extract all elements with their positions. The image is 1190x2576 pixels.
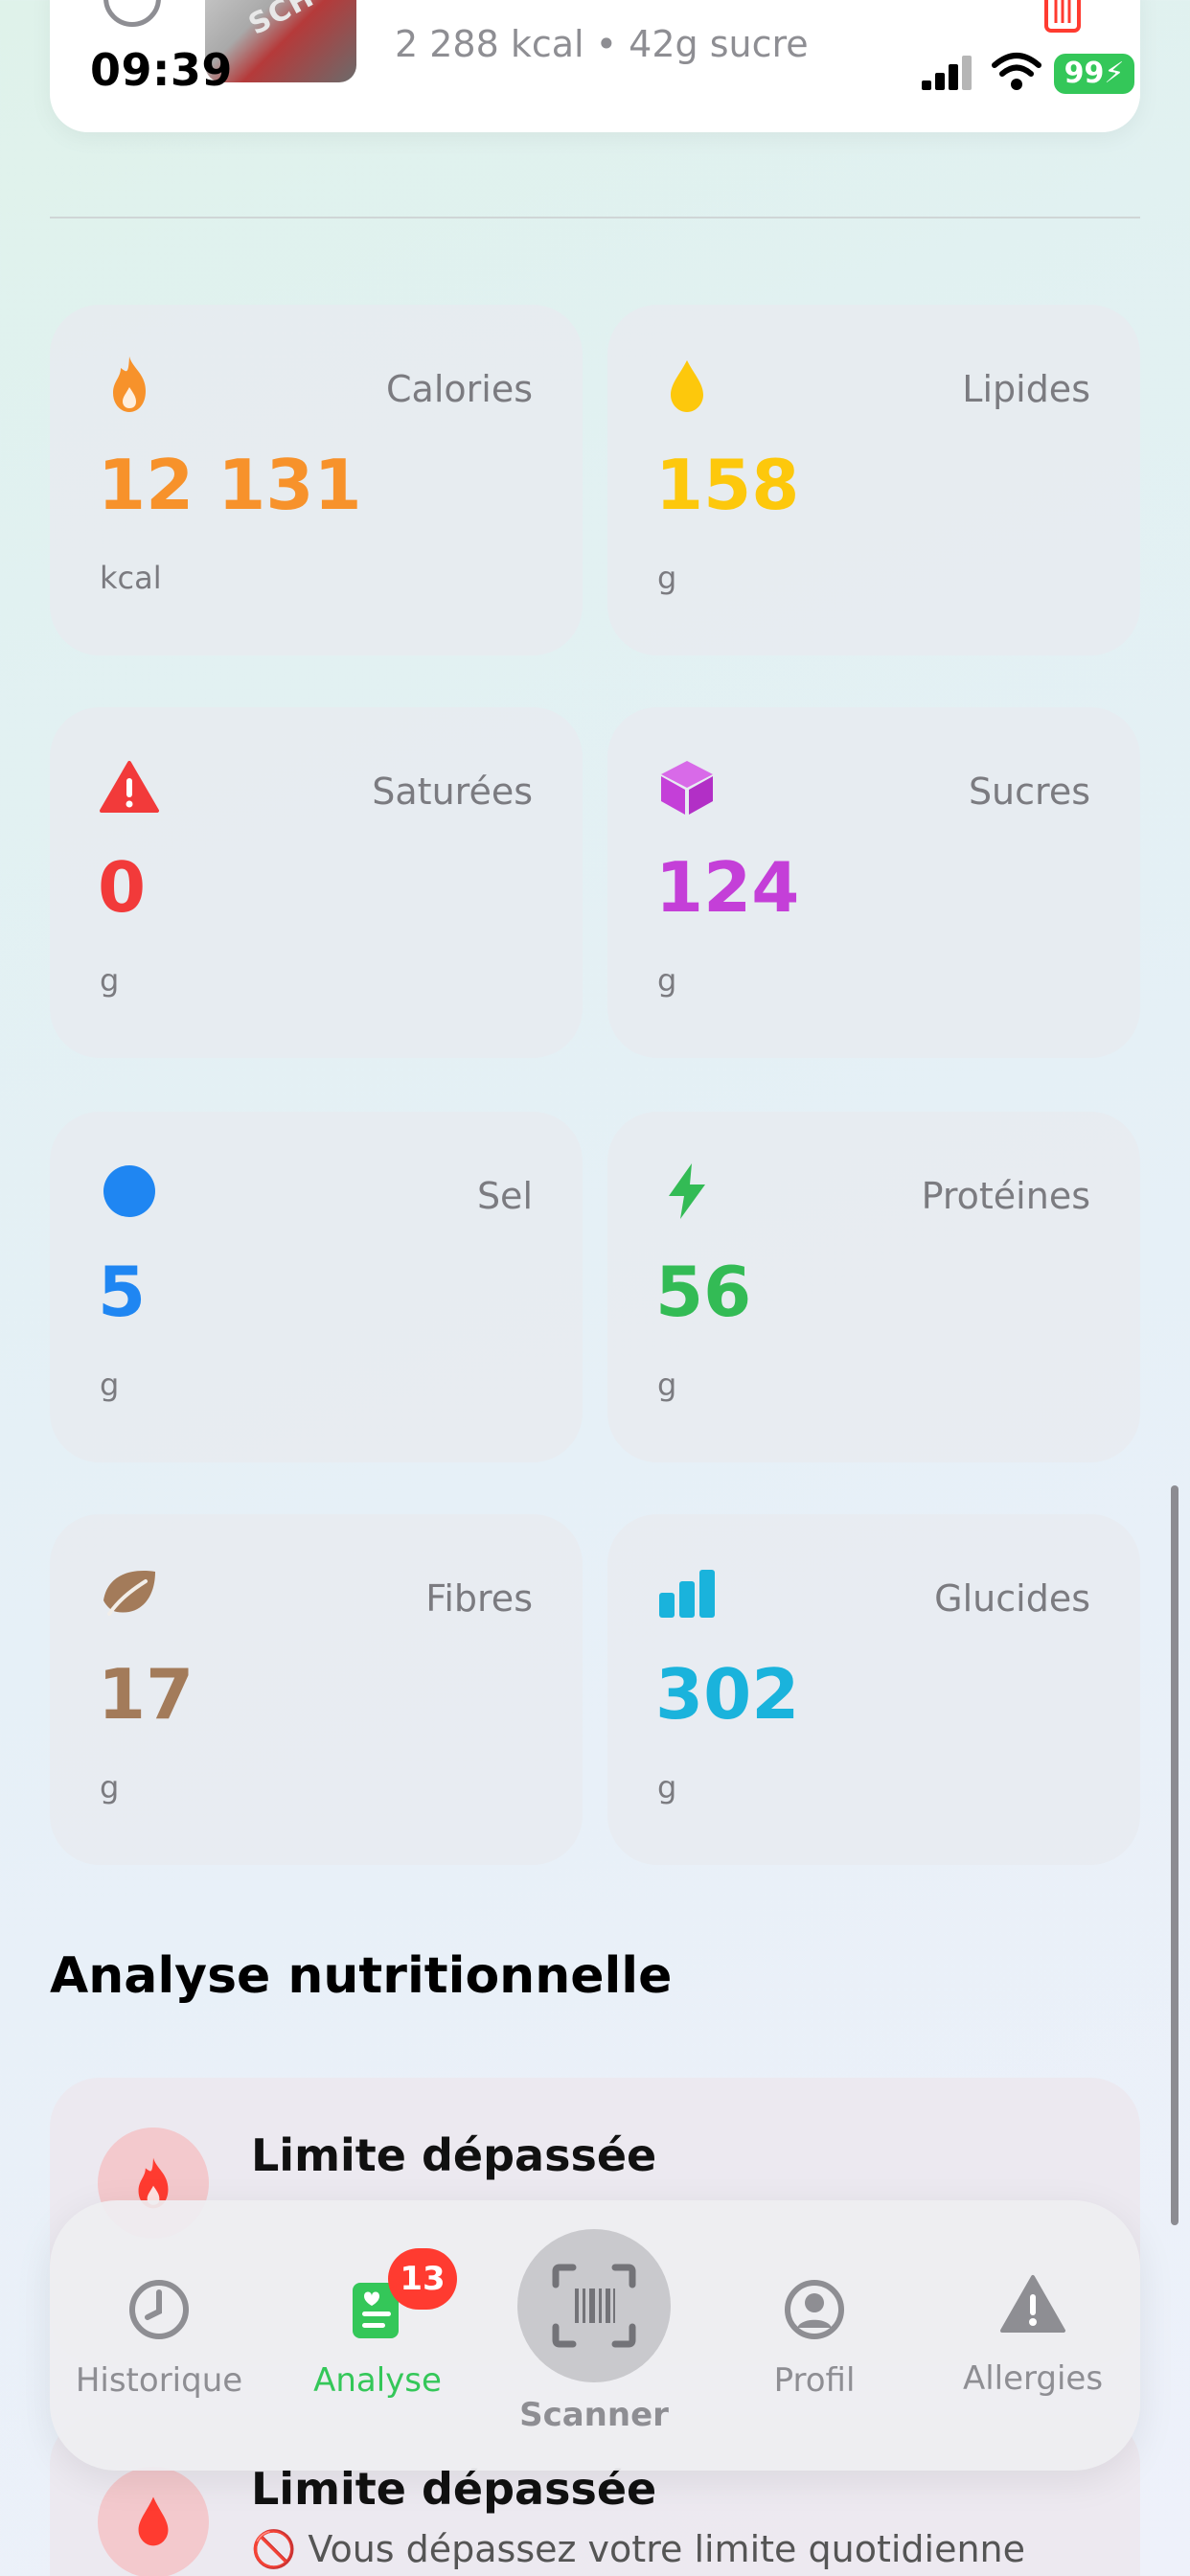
stat-card-fibres[interactable]: Fibres 17 g (50, 1514, 583, 1865)
analysis-title: Limite dépassée (251, 2463, 657, 2515)
stat-card-sucres[interactable]: Sucres 124 g (607, 707, 1140, 1058)
stat-label: Fibres (425, 1577, 533, 1620)
analysis-title: Limite dépassée (251, 2129, 657, 2181)
stat-label: Sucres (968, 770, 1090, 813)
tab-label-scanner[interactable]: Scanner (479, 2396, 709, 2434)
stat-card-sel[interactable]: Sel 5 g (50, 1112, 583, 1462)
stat-unit: g (100, 962, 120, 999)
stat-value: 124 (655, 847, 800, 928)
tab-label: Allergies (962, 2359, 1104, 2398)
drop-icon (671, 360, 703, 412)
battery-level: 99 (1064, 57, 1105, 90)
clock-icon (129, 2280, 189, 2339)
leaf-icon (103, 1571, 155, 1616)
stat-value: 12 131 (98, 445, 362, 525)
tab-historique[interactable]: Historique (50, 2200, 268, 2471)
stat-value: 17 (98, 1654, 195, 1735)
stat-value: 56 (655, 1252, 752, 1332)
stat-label: Lipides (962, 368, 1090, 410)
stat-card-lipides[interactable]: Lipides 158 g (607, 305, 1140, 656)
bolt-icon (669, 1163, 705, 1219)
cube-icon (661, 761, 713, 815)
stat-unit: g (100, 1367, 120, 1403)
stat-card-glucides[interactable]: Glucides 302 g (607, 1514, 1140, 1865)
flame-icon (113, 356, 146, 412)
tab-label: Profil (773, 2361, 856, 2400)
cellular-signal-icon (922, 56, 972, 90)
scanner-button[interactable] (517, 2229, 671, 2382)
stat-card-saturees[interactable]: Saturées 0 g (50, 707, 583, 1058)
divider (50, 217, 1140, 218)
scrollbar[interactable] (1171, 1485, 1179, 2225)
drop-icon (138, 2496, 169, 2546)
analysis-text: 🚫 Vous dépassez votre limite quotidienne (251, 2528, 1026, 2570)
warning-icon (100, 761, 159, 813)
bars-icon (659, 1570, 715, 1618)
stat-unit: g (657, 1367, 677, 1403)
analysis-icon-circle (98, 2467, 209, 2576)
tab-profil[interactable]: Profil (705, 2200, 924, 2471)
tab-allergies[interactable]: Allergies (924, 2200, 1142, 2471)
battery-indicator: 99⚡ (1054, 54, 1134, 94)
status-time: 09:39 (90, 44, 233, 96)
stat-value: 5 (98, 1252, 147, 1332)
stat-unit: g (100, 1769, 120, 1806)
stat-label: Saturées (372, 770, 533, 813)
stat-unit: kcal (100, 560, 162, 596)
warning-icon (1000, 2275, 1065, 2333)
stat-label: Sel (476, 1175, 533, 1217)
stat-label: Calories (386, 368, 533, 410)
product-thumbnail-text: SCH (242, 0, 320, 42)
tab-label: Analyse (313, 2361, 442, 2400)
trash-icon[interactable] (1041, 0, 1085, 36)
tab-label: Historique (75, 2361, 243, 2400)
stat-label: Glucides (934, 1577, 1090, 1620)
stat-label: Protéines (921, 1175, 1090, 1217)
stat-unit: g (657, 1769, 677, 1806)
stat-value: 158 (655, 445, 800, 525)
stat-unit: g (657, 560, 677, 596)
stat-card-calories[interactable]: Calories 12 131 kcal (50, 305, 583, 656)
person-circle-icon (785, 2280, 844, 2339)
section-title: Analyse nutritionnelle (50, 1947, 673, 2005)
tab-bar: Historique 13 Analyse Scanner Profil All… (50, 2200, 1140, 2471)
barcode-scanner-icon (552, 2264, 636, 2348)
stat-unit: g (657, 962, 677, 999)
wifi-icon (992, 53, 1041, 90)
stat-value: 0 (98, 847, 147, 928)
history-item-meta: 2 288 kcal • 42g sucre (395, 23, 809, 65)
notification-badge: 13 (388, 2248, 457, 2310)
stat-card-proteines[interactable]: Protéines 56 g (607, 1112, 1140, 1462)
circle-icon (103, 1165, 155, 1217)
tab-analyse[interactable]: 13 Analyse (268, 2200, 487, 2471)
stat-value: 302 (655, 1654, 800, 1735)
